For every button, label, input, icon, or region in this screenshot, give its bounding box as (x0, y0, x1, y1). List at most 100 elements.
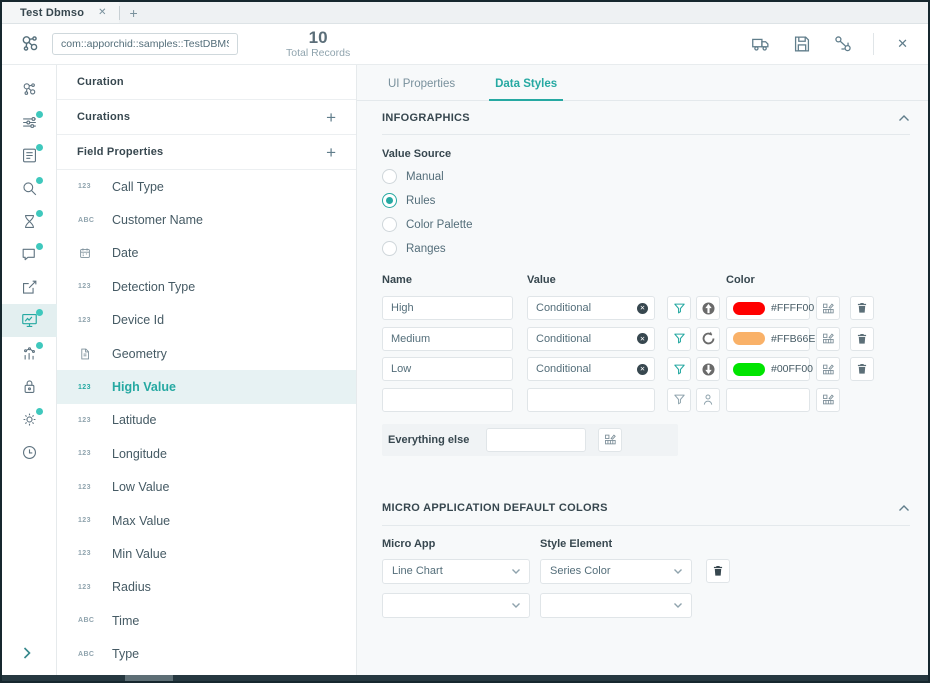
collapse-chevron-icon[interactable] (898, 504, 910, 512)
rule-name-input[interactable] (382, 357, 513, 381)
micro-app-select[interactable] (382, 593, 530, 618)
sidebar-item-publish[interactable] (2, 271, 57, 304)
color-swatch (733, 363, 765, 376)
micro-app-section-header[interactable]: MICRO APPLICATION DEFAULT COLORS (382, 492, 910, 526)
delete-rule-button[interactable] (850, 296, 874, 320)
field-item-radius[interactable]: 123 Radius (57, 571, 356, 604)
arrow-up-circle-icon[interactable] (696, 296, 720, 320)
sidebar-item-tune[interactable] (2, 106, 57, 139)
style-element-select[interactable] (540, 593, 692, 618)
clear-value-icon[interactable]: ✕ (637, 333, 648, 344)
chevron-down-icon (511, 602, 521, 609)
radio-rules[interactable]: Rules (382, 193, 910, 208)
radio-ranges[interactable]: Ranges (382, 241, 910, 256)
person-icon[interactable] (696, 388, 720, 412)
palette-picker-button[interactable] (816, 388, 840, 412)
filter-funnel-button[interactable] (667, 327, 691, 351)
sidebar-item-forms[interactable] (2, 139, 57, 172)
field-item-max-value[interactable]: 123 Max Value (57, 504, 356, 537)
color-field[interactable]: #FFFF00 (726, 296, 810, 320)
field-item-longitude[interactable]: 123 Longitude (57, 437, 356, 470)
sidebar-item-dna[interactable] (2, 205, 57, 238)
close-icon[interactable]: ✕ (893, 36, 912, 52)
everything-else-input[interactable] (486, 428, 586, 452)
field-item-high-value[interactable]: 123 High Value (57, 370, 356, 403)
radio-manual[interactable]: Manual (382, 169, 910, 184)
color-field[interactable] (726, 388, 810, 412)
palette-picker-button[interactable] (816, 357, 840, 381)
scrollbar-thumb[interactable] (125, 675, 173, 681)
add-curation-button[interactable]: + (326, 109, 336, 126)
clear-value-icon[interactable]: ✕ (637, 364, 648, 375)
chevron-down-icon (673, 568, 683, 575)
field-label: Device Id (112, 313, 164, 327)
tab-close-icon[interactable]: ✕ (98, 7, 106, 18)
filter-funnel-button[interactable] (667, 357, 691, 381)
palette-picker-button[interactable] (598, 428, 622, 452)
filter-funnel-button[interactable] (667, 296, 691, 320)
micro-app-select[interactable]: Line Chart (382, 559, 530, 584)
collapse-chevron-icon[interactable] (898, 114, 910, 122)
radio-color-palette[interactable]: Color Palette (382, 217, 910, 232)
section-curations: Curations + (57, 100, 356, 135)
color-swatch (733, 332, 765, 345)
rule-name-input[interactable] (382, 388, 513, 412)
source-class-input[interactable] (52, 33, 238, 55)
deploy-truck-icon[interactable] (750, 33, 772, 55)
tab-strip: Test Dbmso ✕ + (2, 2, 928, 24)
field-item-type[interactable]: ABC Type (57, 637, 356, 670)
tab-data-styles[interactable]: Data Styles (489, 78, 563, 100)
field-item-customer-name[interactable]: ABC Customer Name (57, 203, 356, 236)
horizontal-scrollbar[interactable] (2, 675, 928, 681)
sidebar-item-search[interactable] (2, 172, 57, 205)
color-field[interactable]: #00FF00 (726, 357, 810, 381)
field-label: Detection Type (112, 280, 195, 294)
services-icon[interactable] (832, 33, 854, 55)
chevron-down-icon (511, 568, 521, 575)
rule-name-input[interactable] (382, 327, 513, 351)
new-tab-button[interactable]: + (120, 5, 148, 21)
rule-value-input[interactable] (527, 388, 655, 412)
sidebar-item-security[interactable] (2, 370, 57, 403)
rule-value-input[interactable] (527, 327, 655, 351)
filter-funnel-button[interactable] (667, 388, 691, 412)
delete-rule-button[interactable] (850, 327, 874, 351)
app-window: Test Dbmso ✕ + 10 Total Records ✕ (0, 0, 930, 683)
field-item-detection-type[interactable]: 123 Detection Type (57, 270, 356, 303)
infographics-section-header[interactable]: INFOGRAPHICS (382, 101, 910, 135)
sidebar-item-analytics[interactable] (2, 337, 57, 370)
field-item-date[interactable]: Date (57, 237, 356, 270)
delete-micro-app-button[interactable] (706, 559, 730, 583)
tab-ui-properties[interactable]: UI Properties (382, 78, 461, 100)
rule-name-input[interactable] (382, 296, 513, 320)
delete-rule-button[interactable] (850, 357, 874, 381)
palette-picker-button[interactable] (816, 296, 840, 320)
field-item-min-value[interactable]: 123 Min Value (57, 537, 356, 570)
save-icon[interactable] (791, 33, 813, 55)
rule-value-input[interactable] (527, 296, 655, 320)
rule-value-input[interactable] (527, 357, 655, 381)
arrow-down-circle-icon[interactable] (696, 357, 720, 381)
total-records: 10 Total Records (286, 29, 350, 59)
field-item-latitude[interactable]: 123 Latitude (57, 404, 356, 437)
field-item-geometry[interactable]: Geometry (57, 337, 356, 370)
sidebar-item-dashboard[interactable] (2, 304, 57, 337)
section-title: Curations (77, 111, 130, 123)
color-field[interactable]: #FFB66E (726, 327, 810, 351)
field-item-low-value[interactable]: 123 Low Value (57, 471, 356, 504)
clear-value-icon[interactable]: ✕ (637, 303, 648, 314)
palette-picker-button[interactable] (816, 327, 840, 351)
field-item-device-id[interactable]: 123 Device Id (57, 304, 356, 337)
field-item-call-type[interactable]: 123 Call Type (57, 170, 356, 203)
sidebar-item-comments[interactable] (2, 238, 57, 271)
sidebar-item-history[interactable] (2, 436, 57, 469)
sidebar-item-pipeline[interactable] (2, 73, 57, 106)
tab-test-dbmso[interactable]: Test Dbmso ✕ (2, 2, 119, 23)
field-panel: Curation Curations + Field Properties + … (57, 65, 357, 675)
expand-sidebar-chevron-icon[interactable] (2, 646, 32, 665)
field-item-time[interactable]: ABC Time (57, 604, 356, 637)
rotate-icon[interactable] (696, 327, 720, 351)
style-element-select[interactable]: Series Color (540, 559, 692, 584)
add-field-button[interactable]: + (326, 144, 336, 161)
sidebar-item-settings[interactable] (2, 403, 57, 436)
